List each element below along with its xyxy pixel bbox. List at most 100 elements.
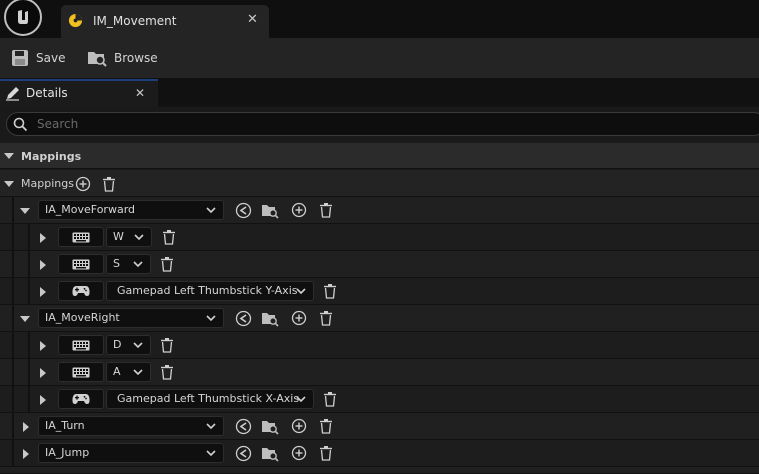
key-name: Gamepad Left Thumbstick Y-Axis	[117, 284, 298, 297]
expand-arrow-icon[interactable]	[40, 395, 46, 405]
key-name: Gamepad Left Thumbstick X-Axis	[117, 392, 300, 405]
key-mapping-row: A	[0, 359, 759, 386]
search-box[interactable]	[6, 112, 759, 136]
browse-asset-icon[interactable]	[261, 310, 279, 327]
chevron-down-icon	[206, 315, 216, 322]
key-combo[interactable]: Gamepad Left Thumbstick Y-Axis	[106, 281, 314, 301]
use-selected-icon[interactable]	[235, 418, 252, 435]
chevron-down-icon	[296, 396, 306, 403]
collapse-arrow-icon[interactable]	[20, 316, 30, 322]
toolbar: Save Browse	[0, 38, 759, 78]
tree-guide	[12, 278, 14, 305]
key-name: W	[113, 230, 124, 243]
trash-icon[interactable]	[318, 445, 334, 461]
use-selected-icon[interactable]	[235, 202, 252, 219]
save-label: Save	[36, 51, 66, 65]
trash-icon[interactable]	[318, 202, 334, 218]
key-mapping-row: W	[0, 224, 759, 251]
key-selector-button[interactable]	[58, 254, 104, 274]
trash-icon[interactable]	[322, 391, 338, 407]
collapse-arrow-icon[interactable]	[4, 181, 14, 187]
save-icon	[12, 50, 28, 66]
key-selector-button[interactable]	[58, 335, 104, 355]
key-combo[interactable]: W	[106, 227, 152, 247]
expand-arrow-icon[interactable]	[40, 287, 46, 297]
chevron-down-icon	[296, 288, 306, 295]
pencil-icon	[6, 87, 19, 101]
add-mapping-icon[interactable]	[291, 418, 307, 434]
trash-icon[interactable]	[322, 283, 338, 299]
tree-guide	[12, 440, 14, 467]
tree-guide	[28, 386, 30, 413]
browse-button[interactable]: Browse	[87, 48, 158, 68]
action-combo[interactable]: IA_Turn	[38, 416, 224, 436]
chevron-down-icon	[206, 450, 216, 457]
tree-guide	[28, 224, 30, 251]
action-name: IA_Jump	[45, 446, 90, 459]
collapse-arrow-icon[interactable]	[4, 153, 14, 159]
category-label: Mappings	[21, 150, 82, 163]
close-tab-icon[interactable]: ✕	[247, 12, 258, 27]
trash-icon[interactable]	[159, 337, 175, 353]
key-mapping-row: Gamepad Left Thumbstick Y-Axis	[0, 278, 759, 305]
key-combo[interactable]: D	[106, 335, 151, 355]
key-selector-button[interactable]	[58, 281, 104, 301]
expand-arrow-icon[interactable]	[40, 260, 46, 270]
collapse-arrow-icon[interactable]	[20, 208, 30, 214]
browse-asset-icon[interactable]	[261, 202, 279, 219]
add-mapping-icon[interactable]	[291, 202, 307, 218]
trash-icon[interactable]	[318, 418, 334, 434]
key-combo[interactable]: A	[106, 362, 151, 382]
trash-icon[interactable]	[161, 229, 177, 245]
key-name: D	[113, 338, 122, 351]
key-mapping-row: D	[0, 332, 759, 359]
tree-guide	[12, 197, 14, 224]
trash-icon[interactable]	[159, 364, 175, 380]
action-name: IA_Turn	[45, 419, 85, 432]
add-mapping-icon[interactable]	[291, 445, 307, 461]
save-button[interactable]: Save	[11, 48, 65, 68]
mappings-array-row: Mappings	[0, 170, 759, 197]
action-name: IA_MoveForward	[45, 203, 136, 216]
key-combo[interactable]: Gamepad Left Thumbstick X-Axis	[106, 389, 314, 409]
key-selector-button[interactable]	[58, 362, 104, 382]
keyboard-icon	[72, 340, 90, 350]
tree-guide	[12, 305, 14, 332]
key-combo[interactable]: S	[106, 254, 151, 274]
category-mappings[interactable]: Mappings	[0, 143, 759, 169]
add-element-icon[interactable]	[75, 176, 91, 192]
tree-guide	[28, 278, 30, 305]
chevron-down-icon	[206, 207, 216, 214]
input-mapping-asset-icon	[68, 13, 83, 28]
gamepad-icon	[72, 394, 90, 404]
asset-tab[interactable]: IM_Movement ✕	[61, 5, 269, 38]
action-combo[interactable]: IA_MoveForward	[38, 200, 224, 220]
use-selected-icon[interactable]	[235, 310, 252, 327]
action-combo[interactable]: IA_Jump	[38, 443, 224, 463]
details-tab-label: Details	[26, 86, 68, 100]
search-input[interactable]	[35, 116, 635, 132]
trash-icon[interactable]	[318, 310, 334, 326]
details-tab[interactable]: Details ✕	[0, 79, 158, 107]
key-selector-button[interactable]	[58, 227, 104, 247]
chevron-down-icon	[206, 423, 216, 430]
keyboard-icon	[72, 367, 90, 377]
browse-asset-icon[interactable]	[261, 445, 279, 462]
expand-arrow-icon[interactable]	[40, 341, 46, 351]
close-details-icon[interactable]: ✕	[135, 86, 145, 100]
trash-icon[interactable]	[101, 176, 117, 192]
key-mapping-row: S	[0, 251, 759, 278]
expand-arrow-icon[interactable]	[40, 233, 46, 243]
mappings-array-label: Mappings	[21, 177, 74, 190]
tree-guide	[12, 332, 14, 359]
use-selected-icon[interactable]	[235, 445, 252, 462]
add-mapping-icon[interactable]	[291, 310, 307, 326]
expand-arrow-icon[interactable]	[40, 368, 46, 378]
expand-arrow-icon[interactable]	[23, 449, 29, 459]
key-selector-button[interactable]	[58, 389, 104, 409]
trash-icon[interactable]	[159, 256, 175, 272]
browse-asset-icon[interactable]	[261, 418, 279, 435]
key-mapping-row: Gamepad Left Thumbstick X-Axis	[0, 386, 759, 413]
expand-arrow-icon[interactable]	[23, 422, 29, 432]
action-combo[interactable]: IA_MoveRight	[38, 308, 224, 328]
